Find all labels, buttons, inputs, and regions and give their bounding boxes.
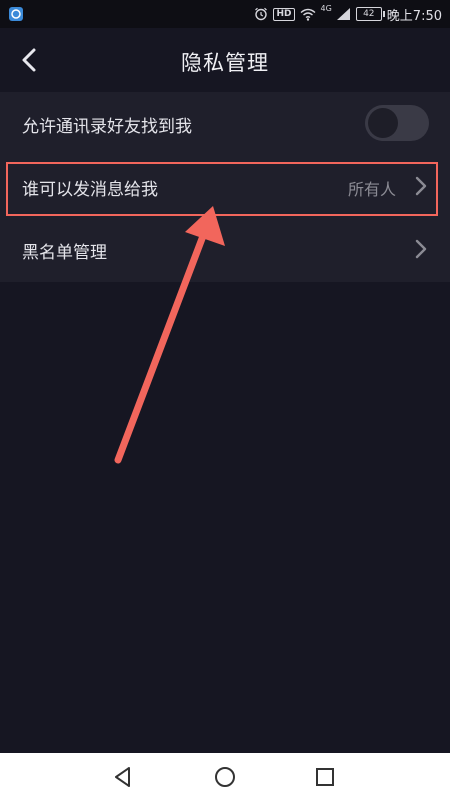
back-triangle-icon[interactable] (109, 763, 137, 791)
setting-contacts-find-me: 允许通讯录好友找到我 (0, 92, 450, 155)
chevron-right-icon (415, 239, 427, 259)
system-nav-bar (0, 753, 450, 801)
setting-label: 黑名单管理 (22, 243, 107, 263)
toggle-knob (368, 108, 398, 138)
page-title: 隐私管理 (181, 51, 269, 75)
contacts-find-me-toggle[interactable] (365, 105, 429, 141)
header: 隐私管理 (0, 28, 450, 92)
signal-icon (336, 8, 350, 20)
annotation-highlight-box (6, 162, 438, 216)
wifi-icon (300, 8, 315, 21)
app-notification-icon (9, 7, 23, 21)
alarm-icon (255, 7, 268, 21)
status-bar: HD 4G 42 晚上7:50 (0, 0, 450, 28)
status-icons: HD 4G 42 晚上7:50 (254, 0, 442, 28)
recents-square-icon[interactable] (311, 763, 339, 791)
battery-icon: 42 (355, 7, 385, 21)
setting-label: 允许通讯录好友找到我 (22, 117, 192, 137)
home-circle-icon[interactable] (211, 763, 239, 791)
network-type: 4G (320, 4, 332, 13)
status-time: 晚上7:50 (386, 8, 442, 24)
setting-blacklist[interactable]: 黑名单管理 (0, 218, 450, 281)
hd-badge: HD (273, 7, 295, 21)
